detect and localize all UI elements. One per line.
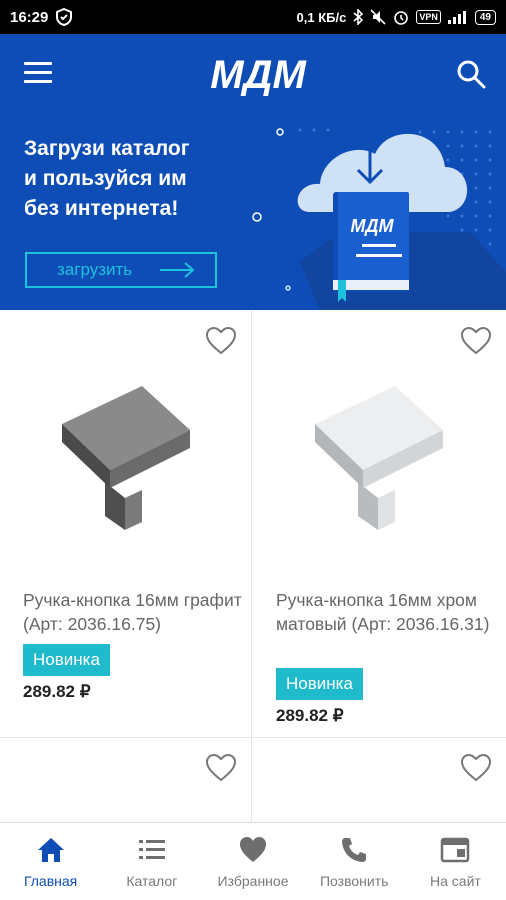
nav-item-favorites[interactable]: Избранное	[202, 823, 303, 900]
banner-headline-line-2: и пользуйся им	[24, 167, 187, 190]
new-badge: Новинка	[23, 644, 110, 676]
logo-text: МДМ	[210, 53, 307, 96]
home-icon	[37, 838, 64, 862]
product-grid: Ручка-кнопка 16мм графит (Арт: 2036.16.7…	[0, 310, 506, 822]
signal-icon	[447, 11, 466, 24]
arrow-right-icon	[160, 262, 195, 278]
app-bar: МДМ	[0, 34, 506, 112]
battery-indicator: 49	[474, 9, 496, 25]
alarm-icon	[394, 11, 409, 25]
product-image[interactable]	[30, 360, 230, 540]
mdm-logo[interactable]: МДМ	[203, 52, 313, 96]
bluetooth-icon	[353, 9, 364, 25]
nav-item-label: Избранное	[217, 873, 289, 889]
product-price: 289.82 ₽	[276, 706, 344, 725]
nav-item-website[interactable]: На сайт	[405, 823, 506, 900]
nav-item-label: Каталог	[126, 873, 178, 889]
nav-item-call[interactable]: Позвонить	[304, 823, 405, 900]
network-speed: 0,1 КБ/с	[296, 9, 347, 25]
hamburger-menu-icon[interactable]	[24, 62, 52, 84]
product-card[interactable]: Ручка-кнопка 16мм хром матовый (Арт: 203…	[253, 310, 506, 738]
search-icon[interactable]	[455, 58, 487, 90]
nav-item-home[interactable]: Главная	[0, 823, 101, 900]
phone-icon	[342, 838, 367, 862]
download-catalog-banner[interactable]: Загрузи каталог и пользуйся им без интер…	[0, 112, 506, 310]
cloud-book-illustration: МДМ	[252, 128, 506, 310]
favorite-heart-icon[interactable]	[205, 326, 237, 356]
product-price: 289.82 ₽	[23, 682, 91, 701]
status-bar: 16:29 0,1 КБ/с VPN 49	[0, 0, 506, 34]
status-time: 16:29	[10, 8, 49, 26]
favorite-heart-icon[interactable]	[460, 326, 492, 356]
product-name: Ручка-кнопка 16мм графит (Арт: 2036.16.7…	[23, 590, 242, 634]
product-name: Ручка-кнопка 16мм хром матовый (Арт: 203…	[276, 590, 490, 634]
bottom-navigation: Главная Каталог Избранное Позвонить На с…	[0, 822, 506, 900]
banner-headline: Загрузи каталог и пользуйся им без интер…	[24, 134, 224, 224]
favorite-heart-icon[interactable]	[460, 753, 492, 783]
nav-item-label: Позвонить	[319, 873, 389, 889]
nav-item-catalog[interactable]: Каталог	[101, 823, 202, 900]
download-button[interactable]: загрузить	[25, 252, 217, 288]
browser-icon	[441, 837, 470, 863]
favorite-heart-icon[interactable]	[205, 753, 237, 783]
new-badge: Новинка	[276, 668, 363, 700]
nav-item-label: Главная	[23, 873, 78, 889]
mute-icon	[370, 9, 386, 25]
book-logo-text: МДМ	[351, 216, 395, 236]
product-image[interactable]	[283, 360, 483, 540]
vpn-indicator: VPN	[416, 10, 441, 24]
product-card[interactable]	[253, 739, 506, 822]
banner-headline-line-3: без интернета!	[24, 197, 179, 220]
product-card[interactable]	[0, 739, 252, 822]
nav-item-label: На сайт	[430, 873, 481, 889]
heart-icon	[240, 837, 266, 862]
shield-icon	[56, 8, 73, 26]
download-button-label: загрузить	[57, 260, 133, 279]
product-card[interactable]: Ручка-кнопка 16мм графит (Арт: 2036.16.7…	[0, 310, 252, 738]
list-icon	[138, 840, 165, 859]
banner-headline-line-1: Загрузи каталог	[24, 137, 190, 160]
